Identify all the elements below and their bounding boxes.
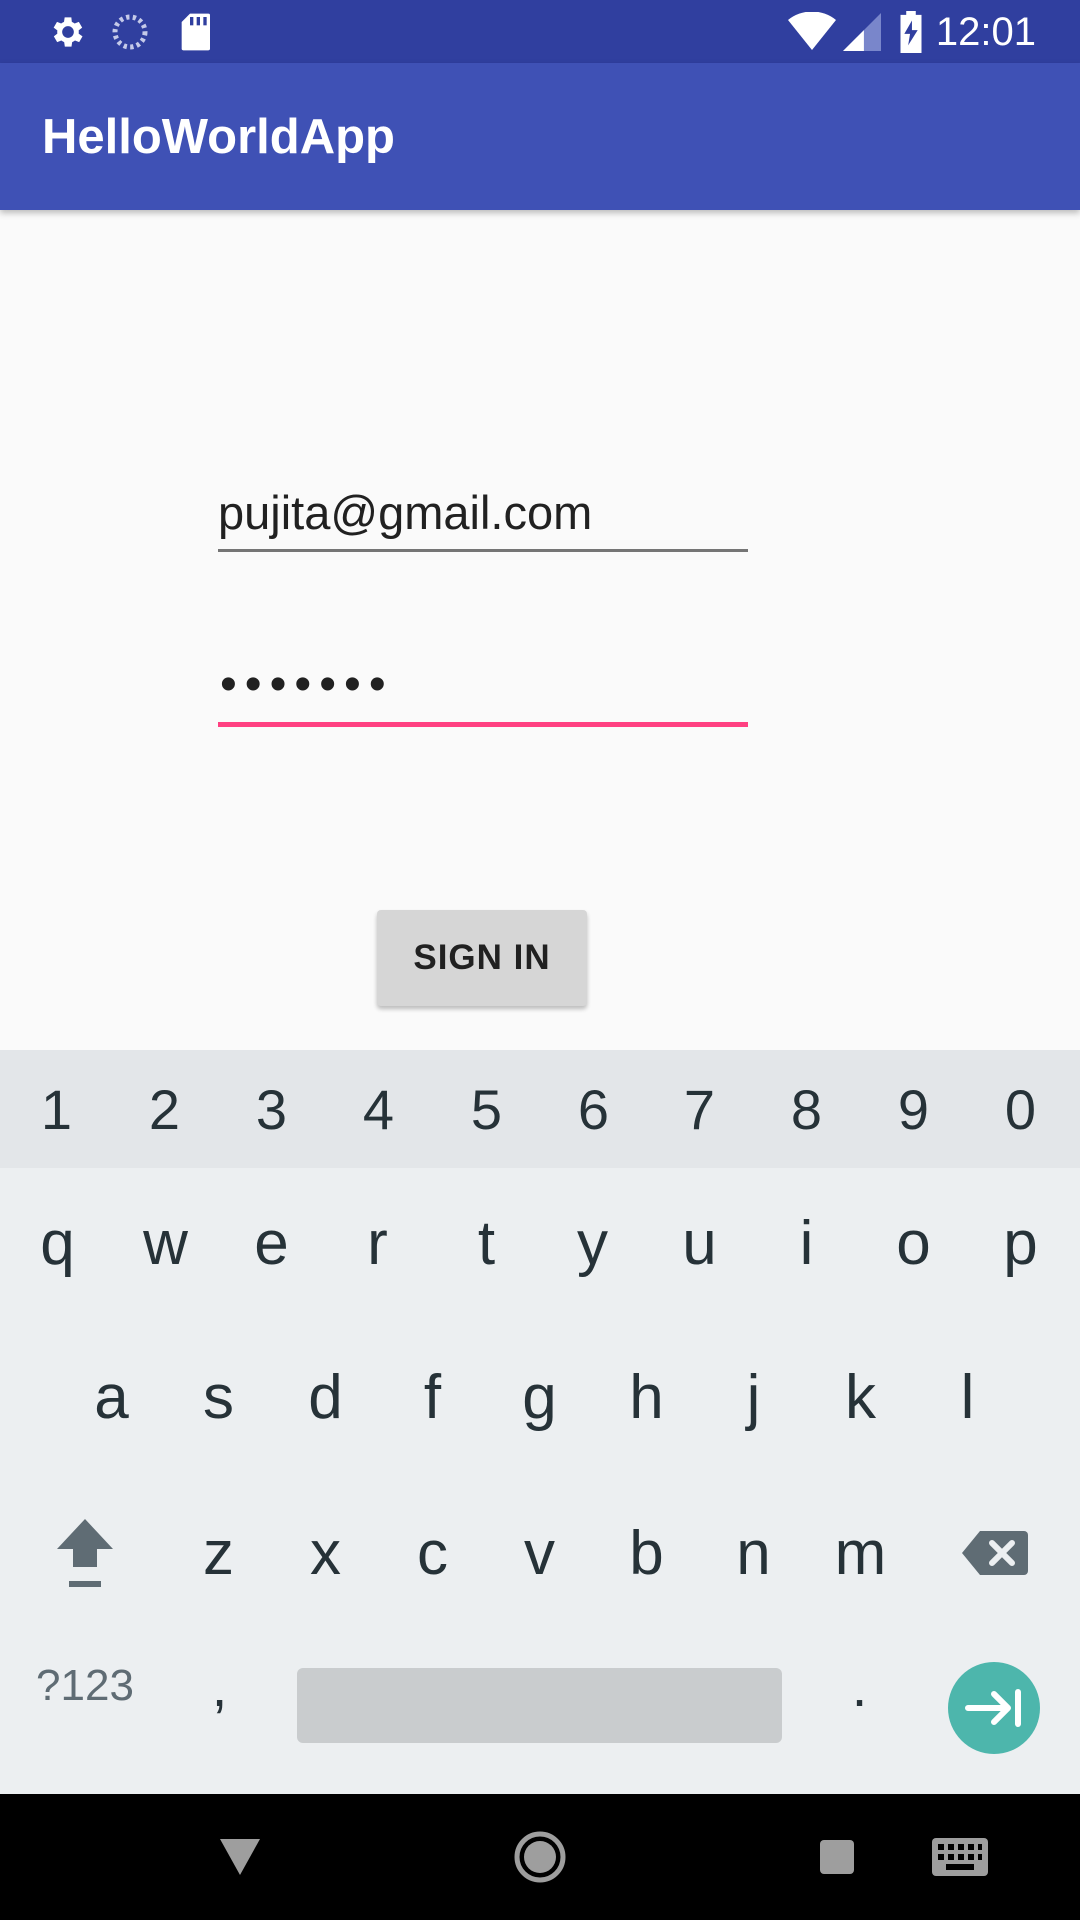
next-field-icon [965,1689,1021,1727]
sync-icon [110,12,150,52]
shift-icon [57,1519,113,1587]
sign-in-button[interactable]: SIGN IN [377,910,587,1006]
email-input[interactable] [218,478,748,548]
key-u[interactable]: u [646,1168,753,1318]
key-p[interactable]: p [967,1168,1074,1318]
key-s[interactable]: s [165,1322,272,1472]
backspace-key[interactable] [940,1478,1050,1628]
key-j[interactable]: j [700,1322,807,1472]
key-m[interactable]: m [807,1478,914,1628]
key-c[interactable]: c [379,1478,486,1628]
sd-card-icon [175,12,215,52]
key-d[interactable]: d [272,1322,379,1472]
wifi-icon [788,12,836,52]
key-h[interactable]: h [593,1322,700,1472]
key-r[interactable]: r [324,1168,431,1318]
status-bar: 12:01 [0,0,1080,63]
backspace-icon [962,1531,1028,1575]
key-v[interactable]: v [486,1478,593,1628]
key-b[interactable]: b [593,1478,700,1628]
shift-key[interactable] [32,1478,138,1628]
battery-charging-icon [896,11,926,53]
navigation-bar [0,1794,1080,1920]
app-bar: HelloWorldApp [0,63,1080,210]
key-2[interactable]: 2 [111,1050,218,1168]
number-row: 1 2 3 4 5 6 7 8 9 0 [0,1050,1080,1168]
status-clock: 12:01 [935,10,1036,54]
settings-icon [48,12,88,52]
key-i[interactable]: i [753,1168,860,1318]
key-a[interactable]: a [58,1322,165,1472]
recents-icon[interactable] [817,1794,857,1920]
soft-keyboard: 1 2 3 4 5 6 7 8 9 0 q w e r t y u i o p … [0,1050,1080,1794]
key-8[interactable]: 8 [753,1050,860,1168]
key-9[interactable]: 9 [860,1050,967,1168]
home-icon[interactable] [510,1794,570,1920]
key-o[interactable]: o [860,1168,967,1318]
key-n[interactable]: n [700,1478,807,1628]
key-g[interactable]: g [486,1322,593,1472]
key-0[interactable]: 0 [967,1050,1074,1168]
symbols-key[interactable]: ?123 [10,1622,160,1750]
key-7[interactable]: 7 [646,1050,753,1168]
email-field[interactable] [218,478,748,552]
key-3[interactable]: 3 [218,1050,325,1168]
key-x[interactable]: x [272,1478,379,1628]
comma-key[interactable]: , [172,1622,267,1750]
period-key[interactable]: . [812,1622,907,1750]
key-1[interactable]: 1 [3,1050,110,1168]
key-t[interactable]: t [433,1168,540,1318]
key-k[interactable]: k [807,1322,914,1472]
password-input[interactable]: ••••••• [218,650,748,720]
key-5[interactable]: 5 [433,1050,540,1168]
key-f[interactable]: f [379,1322,486,1472]
enter-key[interactable] [948,1662,1040,1754]
key-l[interactable]: l [914,1322,1021,1472]
password-field[interactable]: ••••••• [218,650,748,727]
key-4[interactable]: 4 [325,1050,432,1168]
signal-icon [842,12,882,52]
key-q[interactable]: q [4,1168,111,1318]
app-title: HelloWorldApp [42,110,395,164]
back-icon[interactable] [210,1794,270,1920]
key-z[interactable]: z [165,1478,272,1628]
keyboard-switch-icon[interactable] [930,1794,990,1920]
space-key[interactable] [297,1668,782,1743]
key-w[interactable]: w [112,1168,219,1318]
key-6[interactable]: 6 [540,1050,647,1168]
key-y[interactable]: y [539,1168,646,1318]
key-e[interactable]: e [218,1168,325,1318]
